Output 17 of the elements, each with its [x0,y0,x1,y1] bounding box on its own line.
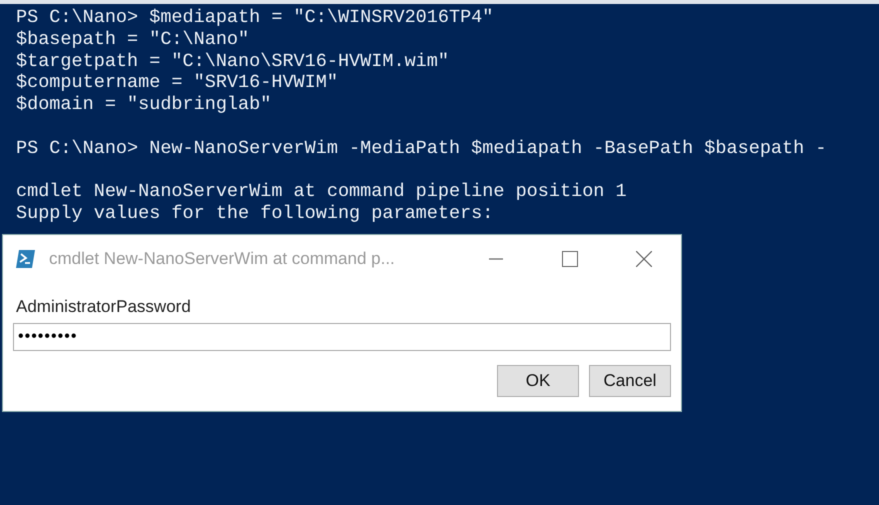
password-field[interactable]: ••••••••• [13,323,671,351]
console-line: Supply values for the following parameters: [16,203,494,225]
powershell-icon [16,249,36,269]
console-line: $basepath = "C:\Nano" [16,28,250,51]
console-line: PS C:\Nano> $mediapath = "C:\WINSRV2016TP4" [16,7,494,29]
maximize-icon[interactable] [562,251,578,267]
window-title: cmdlet New-NanoServerWim at command p... [49,249,396,269]
console-line: $targetpath = "C:\Nano\SRV16-HVWIM.wim" [16,50,450,72]
console-line: cmdlet New-NanoServerWim at command pipeline position 1 [16,181,628,204]
close-icon[interactable] [636,251,652,267]
console-line: $domain = "sudbringlab" [16,94,272,116]
dialog-button[interactable]: OK [497,365,579,397]
console-line: PS C:\Nano> New-NanoServerWim -MediaPath $mediapath -BasePath $basepath - [16,138,828,160]
field-label: AdministratorPassword [16,297,192,317]
minimize-icon[interactable] [488,258,503,260]
dialog-button[interactable]: Cancel [589,365,671,397]
console-line: $computername = "SRV16-HVWIM" [16,72,339,94]
